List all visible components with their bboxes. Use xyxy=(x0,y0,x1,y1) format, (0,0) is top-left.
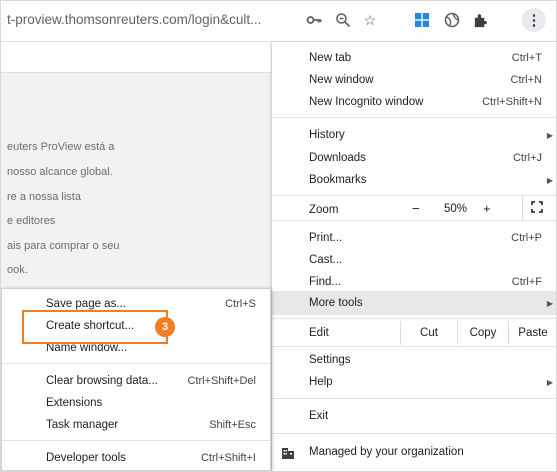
submenu-arrow-icon: ▶ xyxy=(546,299,553,308)
fullscreen-icon xyxy=(531,200,543,216)
menu-divider xyxy=(272,398,556,399)
menu-item-exit[interactable]: Exit xyxy=(309,410,328,422)
shortcut-print: Ctrl+P xyxy=(511,232,542,244)
menu-item-print[interactable]: Print... xyxy=(309,232,342,244)
menu-item-new-incognito[interactable]: New Incognito window xyxy=(309,96,423,108)
copy-button[interactable]: Copy xyxy=(457,321,508,345)
menu-item-history[interactable]: History xyxy=(309,129,345,141)
submenu-divider xyxy=(2,363,270,364)
address-bar[interactable]: t-proview.thomsonreuters.com/login&cult.… xyxy=(7,12,261,27)
menu-item-zoom: Zoom xyxy=(309,204,339,216)
key-icon[interactable] xyxy=(303,9,325,31)
menu-divider xyxy=(272,318,556,319)
menu-divider xyxy=(272,195,556,196)
shortcut-clear-browsing-data: Ctrl+Shift+Del xyxy=(187,375,256,387)
page-text-line: re a nossa lista xyxy=(7,191,81,203)
menu-item-cast[interactable]: Cast... xyxy=(309,254,342,266)
page-text-line: ais para comprar o seu xyxy=(7,240,120,252)
menu-item-find[interactable]: Find... xyxy=(309,276,341,288)
page-text-line: euters ProView está a xyxy=(7,141,115,153)
zoom-level: 50% xyxy=(444,203,468,215)
menu-item-new-window[interactable]: New window xyxy=(309,74,374,86)
page-header-bar xyxy=(1,42,271,73)
submenu-item-extensions[interactable]: Extensions xyxy=(46,397,102,409)
building-icon xyxy=(282,447,294,462)
browser-toolbar: t-proview.thomsonreuters.com/login&cult.… xyxy=(1,1,556,42)
menu-item-help[interactable]: Help xyxy=(309,376,333,388)
star-icon[interactable]: ☆ xyxy=(359,9,381,31)
shortcut-developer-tools: Ctrl+Shift+I xyxy=(200,452,256,464)
menu-item-downloads[interactable]: Downloads xyxy=(309,152,366,164)
globe-extension-icon[interactable] xyxy=(441,9,463,31)
puzzle-extensions-icon[interactable] xyxy=(469,9,491,31)
menu-item-edit: Edit xyxy=(309,327,329,339)
callout-highlight-box xyxy=(22,310,168,344)
zoom-icon[interactable] xyxy=(332,9,354,31)
submenu-item-task-manager[interactable]: Task manager xyxy=(46,419,118,431)
menu-item-more-tools[interactable]: More tools xyxy=(309,297,363,309)
shortcut-downloads: Ctrl+J xyxy=(512,152,542,164)
step-badge: 3 xyxy=(155,317,175,337)
shortcut-new-incognito: Ctrl+Shift+N xyxy=(482,96,542,108)
more-tools-submenu: Save page as... Ctrl+S Create shortcut..… xyxy=(1,288,271,471)
menu-item-settings[interactable]: Settings xyxy=(309,354,351,366)
menu-divider xyxy=(272,346,556,347)
page-text-line: ook. xyxy=(7,264,28,276)
submenu-item-save-page[interactable]: Save page as... xyxy=(46,298,126,310)
shortcut-find: Ctrl+F xyxy=(511,276,542,288)
submenu-item-clear-browsing-data[interactable]: Clear browsing data... xyxy=(46,375,158,387)
shortcut-task-manager: Shift+Esc xyxy=(209,419,256,431)
fullscreen-button[interactable] xyxy=(522,196,551,220)
shortcut-save-page: Ctrl+S xyxy=(225,298,256,310)
menu-item-new-tab[interactable]: New tab xyxy=(309,52,351,64)
browser-window: t-proview.thomsonreuters.com/login&cult.… xyxy=(0,0,557,472)
page-text-line: e editores xyxy=(7,215,56,227)
kebab-menu-icon[interactable]: ⋮ xyxy=(522,8,546,32)
menu-item-bookmarks[interactable]: Bookmarks xyxy=(309,174,367,186)
zoom-in-button[interactable]: + xyxy=(483,201,491,216)
menu-divider xyxy=(272,117,556,118)
paste-button[interactable]: Paste xyxy=(508,321,556,345)
chrome-main-menu: New tab Ctrl+T New window Ctrl+N New Inc… xyxy=(272,42,556,471)
menu-item-managed[interactable]: Managed by your organization xyxy=(309,446,464,458)
shortcut-new-window: Ctrl+N xyxy=(510,74,542,86)
submenu-item-developer-tools[interactable]: Developer tools xyxy=(46,452,126,464)
menu-divider xyxy=(272,433,556,434)
submenu-arrow-icon: ▶ xyxy=(546,131,553,140)
cut-button[interactable]: Cut xyxy=(400,321,457,345)
menu-divider xyxy=(272,220,556,221)
submenu-divider xyxy=(2,440,270,441)
submenu-arrow-icon: ▶ xyxy=(546,378,553,387)
shortcut-new-tab: Ctrl+T xyxy=(511,52,542,64)
submenu-arrow-icon: ▶ xyxy=(546,176,553,185)
windows-extension-icon[interactable] xyxy=(411,9,433,31)
page-text-line: nosso alcance global. xyxy=(7,166,113,178)
zoom-out-button[interactable]: − xyxy=(412,201,420,216)
